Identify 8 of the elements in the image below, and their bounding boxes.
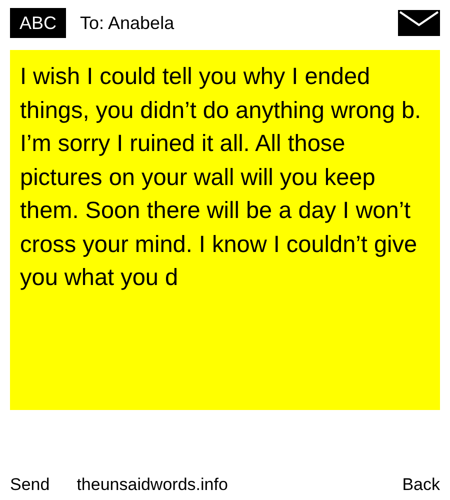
send-softkey[interactable]: Send — [10, 472, 50, 498]
website-label: theunsaidwords.info — [76, 474, 228, 496]
envelope-icon — [398, 10, 440, 36]
message-area[interactable] — [10, 50, 440, 410]
message-text: I wish I could tell you why I ended things, you didn’t do anything wrong b. I’m sorry I ruined it all. All those pictures on your wall will you keep them. Soon there will be a day I won’t cross your mind. I know I couldn’t give you what you d — [20, 62, 422, 292]
input-mode-label: ABC — [10, 8, 66, 38]
recipient-label: To: Anabela — [80, 12, 174, 34]
back-softkey[interactable]: Back — [402, 472, 440, 498]
